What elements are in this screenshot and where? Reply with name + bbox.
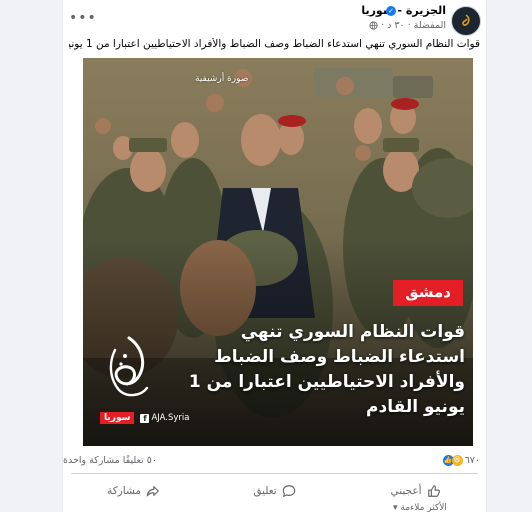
globe-icon [369, 21, 378, 30]
facebook-icon: f [140, 413, 150, 423]
comment-button[interactable]: تعليق [204, 478, 345, 504]
reaction-summary[interactable]: 👍 😆 ٦٧٠ [442, 455, 480, 466]
post-image[interactable]: صورة أرشيفية دمشق قوات النظام السوري تنه… [83, 58, 473, 446]
post-actions: أعجبني تعليق مشاركة [63, 478, 486, 504]
social-handle-text: AJA.Syria [151, 413, 190, 423]
archive-photo-label: صورة أرشيفية [195, 74, 249, 84]
verified-icon: ✓ [386, 6, 396, 16]
post-stats: 👍 😆 ٦٧٠ ٥٠ تعليقًا مشاركة واحدة [63, 453, 486, 471]
post-text: قوات النظام السوري تنهي استدعاء الضباط و… [69, 38, 480, 50]
headline-line: والأفراد الاحتياطيين اعتبارا من 1 [188, 372, 465, 392]
haha-reaction-icon: 😆 [451, 455, 463, 466]
comment-sort-partial[interactable]: الأكثر ملاءمة ▾ [393, 503, 447, 512]
divider [71, 473, 478, 474]
like-label: أعجبني [390, 485, 422, 497]
headline-line: قوات النظام السوري تنهي [240, 322, 465, 342]
like-icon [427, 485, 440, 497]
post-header: الجزيرة - سوريا المفضلة · ٣٠ د · ••• [63, 4, 486, 36]
share-icon [146, 486, 159, 497]
more-icon: ••• [69, 10, 97, 26]
page-avatar[interactable] [451, 6, 481, 36]
social-handle: f AJA.Syria [140, 413, 189, 423]
post-meta-text: المفضلة · ٣٠ د · [381, 20, 446, 31]
share-label: مشاركة [107, 485, 141, 497]
city-badge: دمشق [393, 280, 463, 306]
post-card: الجزيرة - سوريا المفضلة · ٣٠ د · ••• ✓ ق… [63, 0, 486, 512]
reaction-count: ٦٧٠ [464, 455, 480, 466]
brand-row: سوريا f AJA.Syria [100, 412, 189, 424]
comment-icon [282, 485, 295, 498]
comments-shares-count[interactable]: ٥٠ تعليقًا مشاركة واحدة [63, 455, 157, 466]
post-meta: المفضلة · ٣٠ د · [369, 20, 446, 31]
image-headline: قوات النظام السوري تنهي استدعاء الضباط و… [175, 320, 465, 420]
right-background [486, 0, 532, 512]
aljazeera-avatar-logo [462, 14, 470, 26]
share-button[interactable]: مشاركة [63, 478, 204, 504]
headline-line: يونيو القادم [366, 397, 465, 417]
headline-line: استدعاء الضباط وصف الضباط [214, 347, 465, 367]
left-background [0, 0, 63, 512]
more-options-button[interactable]: ••• [69, 10, 97, 26]
region-tag: سوريا [100, 412, 135, 424]
aljazeera-logo [109, 336, 149, 397]
page-name[interactable]: الجزيرة - سوريا [361, 4, 446, 17]
like-button[interactable]: أعجبني [345, 478, 486, 504]
comment-label: تعليق [253, 485, 277, 497]
